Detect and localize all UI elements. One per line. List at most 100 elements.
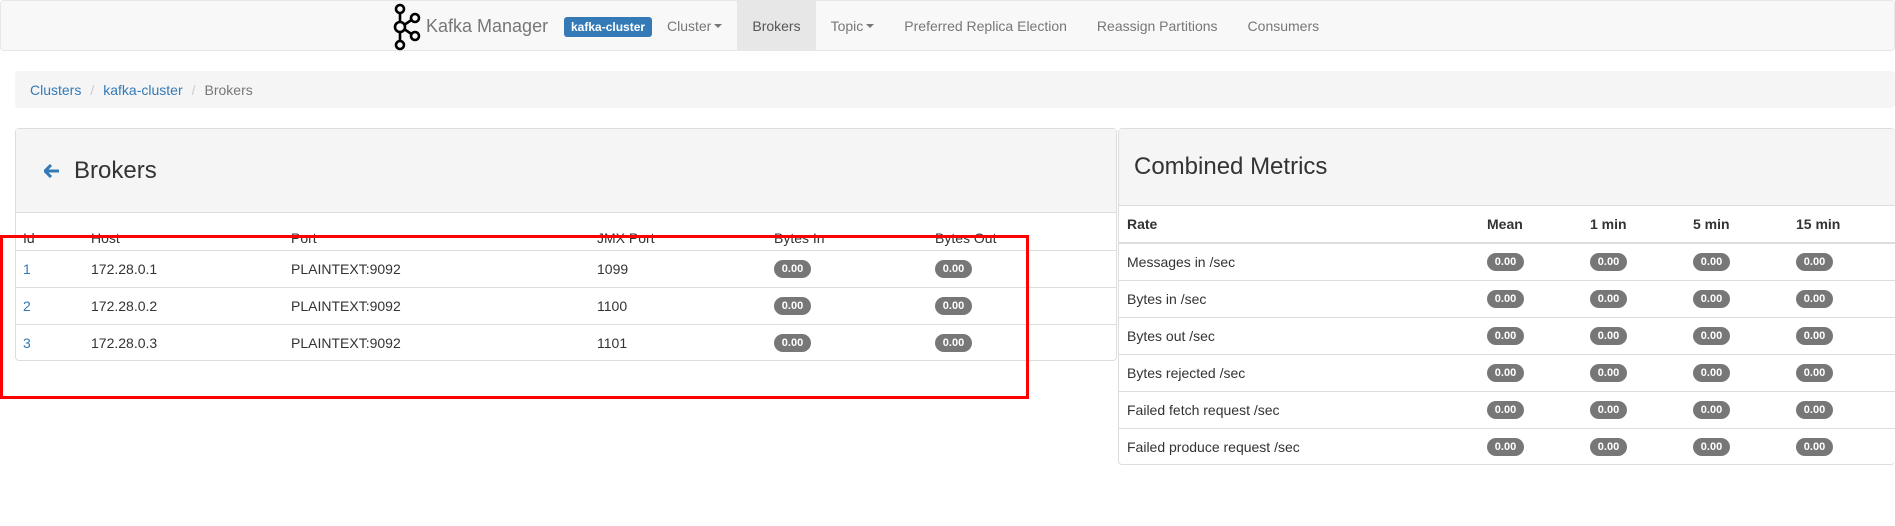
- value-badge: 0.00: [1487, 401, 1524, 419]
- broker-bytes-out: 0.00: [928, 323, 1116, 361]
- value-badge: 0.00: [1590, 253, 1627, 272]
- broker-id-link[interactable]: 2: [23, 298, 31, 314]
- nav-reassign-partitions[interactable]: Reassign Partitions: [1082, 1, 1233, 51]
- metric-mean: 0.00: [1479, 316, 1582, 354]
- column-header: Rate: [1119, 206, 1479, 244]
- metric-m5: 0.00: [1685, 353, 1788, 391]
- broker-bytes-out: 0.00: [928, 249, 1116, 287]
- broker-bytes-out: 0.00: [928, 286, 1116, 324]
- value-badge: 0.00: [1487, 438, 1524, 457]
- broker-port: PLAINTEXT:9092: [284, 249, 590, 287]
- metric-m5: 0.00: [1685, 427, 1788, 465]
- value-badge: 0.00: [1796, 438, 1833, 457]
- nav-topic[interactable]: Topic: [816, 1, 890, 51]
- metric-m1: 0.00: [1582, 242, 1685, 280]
- metric-m1: 0.00: [1582, 390, 1685, 428]
- breadcrumb: Clusters / kafka-cluster / Brokers: [15, 71, 1895, 108]
- metrics-panel-heading: Combined Metrics: [1119, 129, 1895, 206]
- broker-id-link[interactable]: 3: [23, 335, 31, 351]
- broker-id-link[interactable]: 1: [23, 261, 31, 277]
- value-badge: 0.00: [1590, 401, 1627, 419]
- value-badge: 0.00: [935, 297, 972, 315]
- metric-m1: 0.00: [1582, 316, 1685, 354]
- broker-jmx-port: 1099: [590, 249, 767, 287]
- value-badge: 0.00: [1487, 290, 1524, 308]
- broker-host: 172.28.0.1: [84, 249, 284, 287]
- value-badge: 0.00: [1590, 327, 1627, 345]
- nav-cluster[interactable]: Cluster: [652, 1, 737, 51]
- metric-m5: 0.00: [1685, 316, 1788, 354]
- metric-m1: 0.00: [1582, 353, 1685, 391]
- column-header: 1 min: [1582, 206, 1685, 244]
- value-badge: 0.00: [1796, 327, 1833, 345]
- broker-jmx-port: 1100: [590, 286, 767, 324]
- back-arrow-icon[interactable]: [44, 163, 60, 178]
- breadcrumb-separator: /: [191, 81, 196, 98]
- column-header: Mean: [1479, 206, 1582, 244]
- metric-mean: 0.00: [1479, 427, 1582, 465]
- broker-bytes-in: 0.00: [767, 286, 928, 324]
- brand[interactable]: Kafka Manager: [392, 1, 548, 52]
- metric-m15: 0.00: [1788, 279, 1895, 317]
- column-header: Id: [23, 230, 35, 247]
- metric-row: Failed fetch request /sec 0.00 0.00 0.00 0.0…: [1119, 390, 1895, 428]
- kafka-logo-icon: [393, 3, 421, 50]
- metric-rate-label: Failed fetch request /sec: [1119, 390, 1479, 428]
- top-navbar: Kafka Manager kafka-cluster Cluster Broke…: [0, 0, 1895, 51]
- brokers-table: Id Host Port JMX Port Bytes In Bytes Out 1 172…: [16, 213, 1116, 361]
- value-badge: 0.00: [774, 297, 811, 315]
- broker-bytes-in: 0.00: [767, 323, 928, 361]
- metric-rate-label: Bytes out /sec: [1119, 316, 1479, 354]
- value-badge: 0.00: [1590, 438, 1627, 457]
- metric-rate-label: Bytes rejected /sec: [1119, 353, 1479, 391]
- value-badge: 0.00: [1796, 401, 1833, 419]
- metric-m1: 0.00: [1582, 427, 1685, 465]
- value-badge: 0.00: [1693, 438, 1730, 457]
- value-badge: 0.00: [1487, 327, 1524, 345]
- column-header: 15 min: [1788, 206, 1895, 244]
- broker-row: 1 172.28.0.1 PLAINTEXT:9092 1099 0.00 0.00: [16, 249, 1116, 287]
- nav-label: Consumers: [1247, 18, 1320, 34]
- metric-mean: 0.00: [1479, 390, 1582, 428]
- broker-bytes-in: 0.00: [767, 249, 928, 287]
- value-badge: 0.00: [1487, 364, 1524, 382]
- broker-row: 2 172.28.0.2 PLAINTEXT:9092 1100 0.00 0.00: [16, 286, 1116, 324]
- broker-jmx-port: 1101: [590, 323, 767, 361]
- value-badge: 0.00: [1693, 290, 1730, 308]
- metrics-table-header: Rate Mean 1 min 5 min 15 min: [1119, 206, 1895, 244]
- metric-m5: 0.00: [1685, 390, 1788, 428]
- nav-label: Topic: [830, 18, 864, 34]
- metric-rate-label: Failed produce request /sec: [1119, 427, 1479, 465]
- breadcrumb-cluster[interactable]: kafka-cluster: [103, 82, 182, 98]
- metric-m15: 0.00: [1788, 316, 1895, 354]
- metric-m15: 0.00: [1788, 353, 1895, 391]
- brokers-table-header: Id Host Port JMX Port Bytes In Bytes Out: [16, 213, 1116, 250]
- broker-port: PLAINTEXT:9092: [284, 323, 590, 361]
- brokers-title: Brokers: [74, 156, 157, 184]
- column-header: Bytes In: [774, 230, 825, 247]
- broker-row: 3 172.28.0.3 PLAINTEXT:9092 1101 0.00 0.00: [16, 323, 1116, 361]
- value-badge: 0.00: [774, 260, 811, 278]
- main-nav: Cluster Brokers Topic Preferred Replica Ele…: [652, 1, 1334, 51]
- metric-m5: 0.00: [1685, 279, 1788, 317]
- broker-id-cell: 3: [16, 323, 84, 361]
- breadcrumb-clusters[interactable]: Clusters: [30, 82, 81, 98]
- metric-mean: 0.00: [1479, 279, 1582, 317]
- breadcrumb-current: Brokers: [204, 81, 253, 98]
- metric-row: Failed produce request /sec 0.00 0.00 0.00 0…: [1119, 427, 1895, 465]
- column-header: Port: [291, 230, 317, 247]
- value-badge: 0.00: [935, 260, 972, 278]
- broker-id-cell: 1: [16, 249, 84, 287]
- nav-brokers[interactable]: Brokers: [737, 1, 816, 51]
- broker-host: 172.28.0.2: [84, 286, 284, 324]
- nav-label: Cluster: [667, 18, 712, 34]
- nav-consumers[interactable]: Consumers: [1233, 1, 1335, 51]
- nav-preferred-replica-election[interactable]: Preferred Replica Election: [889, 1, 1082, 51]
- value-badge: 0.00: [1693, 253, 1730, 272]
- metric-mean: 0.00: [1479, 242, 1582, 280]
- metric-m15: 0.00: [1788, 427, 1895, 465]
- metric-m5: 0.00: [1685, 242, 1788, 280]
- value-badge: 0.00: [1796, 253, 1833, 272]
- metric-m15: 0.00: [1788, 390, 1895, 428]
- metrics-title: Combined Metrics: [1134, 153, 1328, 180]
